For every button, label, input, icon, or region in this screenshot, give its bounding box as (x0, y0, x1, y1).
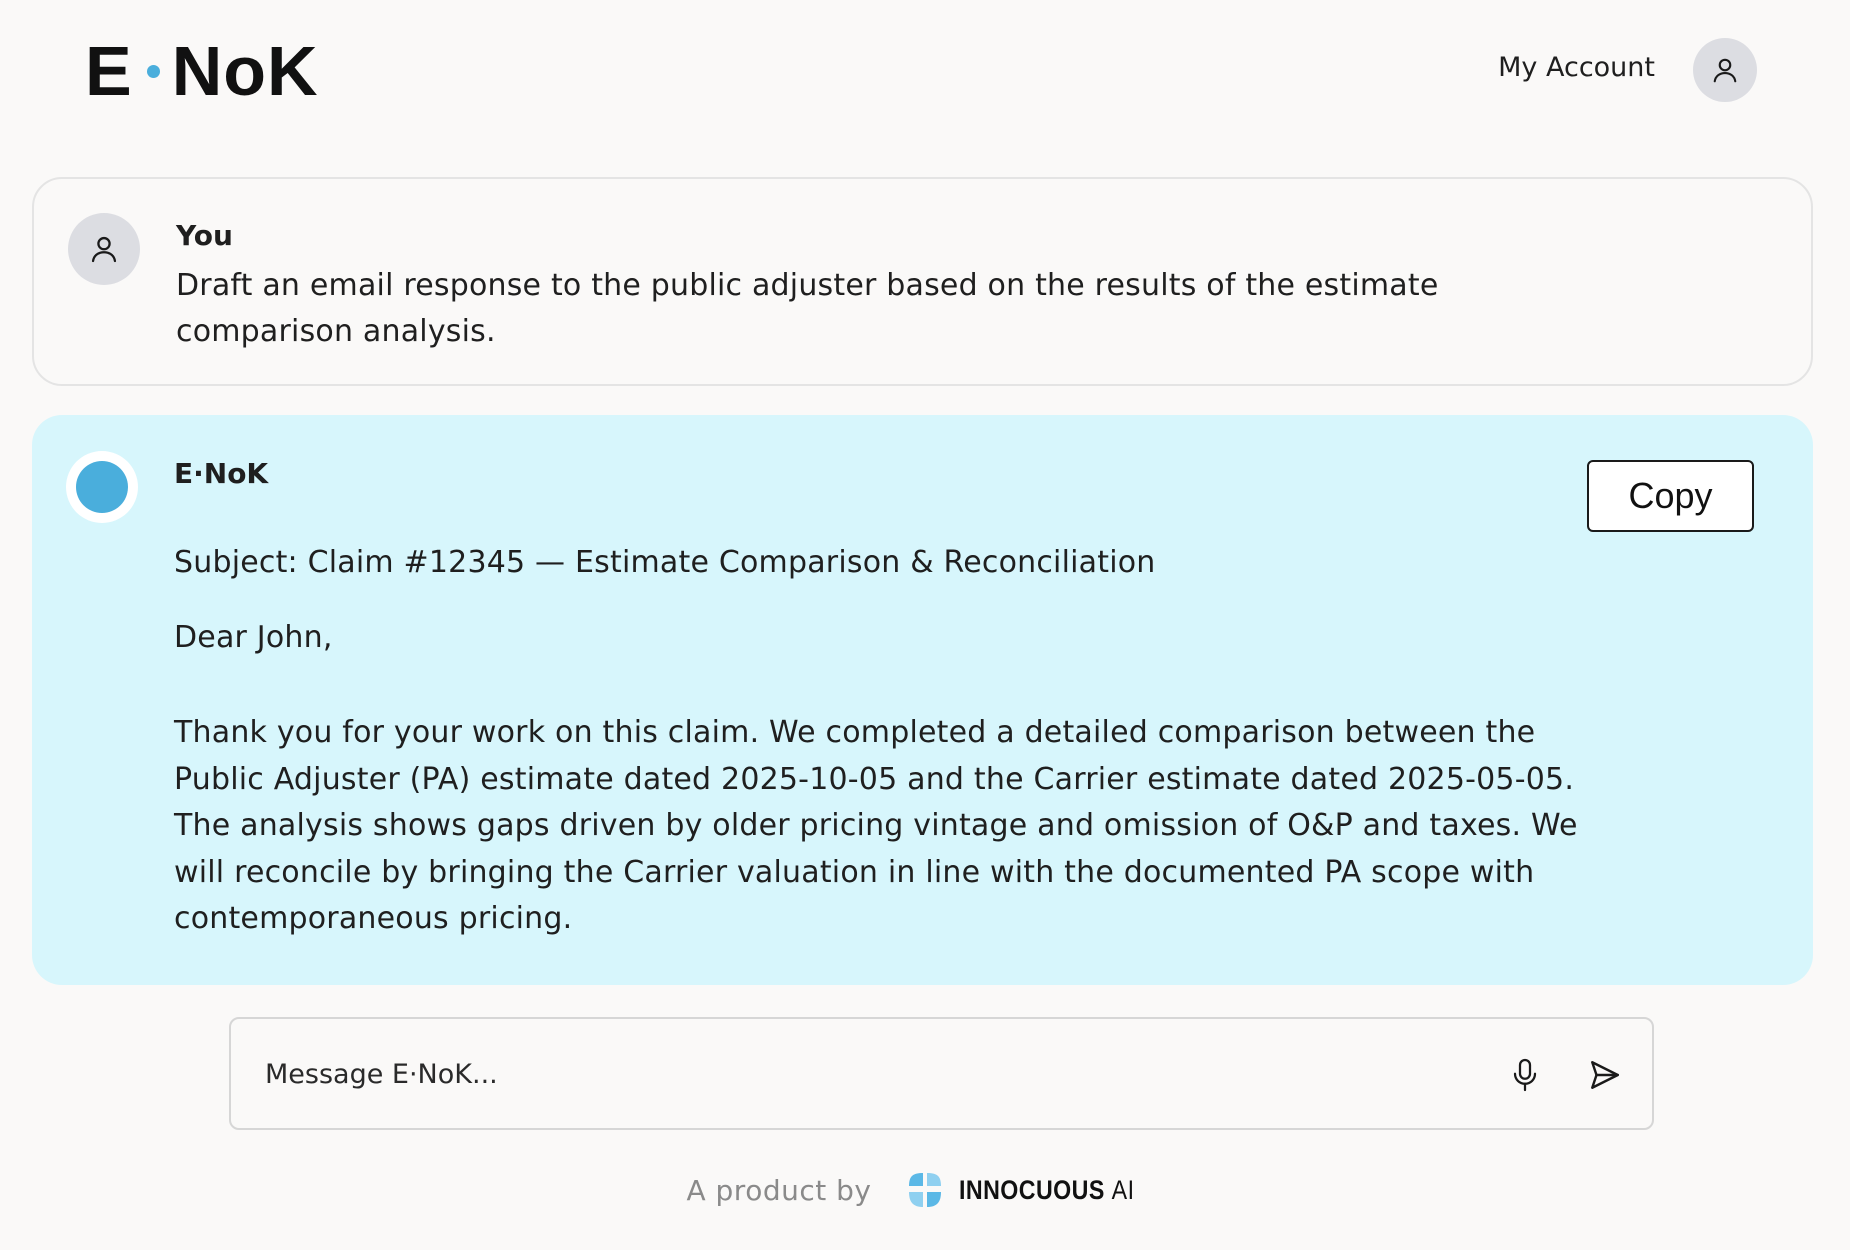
email-body: Thank you for your work on this claim. W… (174, 715, 1578, 936)
message-input[interactable] (265, 1049, 1465, 1099)
microphone-button[interactable] (1503, 1053, 1547, 1097)
assistant-avatar (66, 451, 138, 523)
user-icon (91, 236, 117, 263)
enok-logo[interactable]: E NoK (85, 34, 319, 108)
brand-name-text: INNOCUOUS (959, 1174, 1106, 1205)
user-avatar (68, 213, 140, 285)
user-sender-name: You (176, 219, 233, 252)
logo-letter-e: E (85, 32, 133, 110)
footer: A product by INNOCUOUS AI (0, 1165, 1850, 1215)
assistant-message-card: E·NoK Copy Subject: Claim #12345 — Estim… (32, 415, 1813, 985)
send-icon (1591, 1061, 1619, 1089)
innocuous-logo-icon (909, 1173, 942, 1207)
copy-button[interactable]: Copy (1587, 460, 1754, 532)
user-message-text: Draft an email response to the public ad… (176, 268, 1439, 349)
brand-suffix-text: AI (1112, 1174, 1135, 1205)
chat-page: E NoK My Account You Draft an email resp… (0, 0, 1850, 1250)
email-subject: Subject: Claim #12345 — Estimate Compari… (174, 545, 1156, 580)
account-avatar-button[interactable] (1693, 38, 1757, 102)
email-greeting: Dear John, (174, 620, 333, 655)
product-by-text: A product by (686, 1173, 872, 1207)
logo-dot (146, 64, 160, 78)
message-composer (229, 1017, 1654, 1130)
innocuous-brand-name[interactable]: INNOCUOUS AI (959, 1175, 1134, 1206)
user-message-card: You Draft an email response to the publi… (32, 177, 1813, 386)
my-account-link[interactable]: My Account (1498, 52, 1655, 83)
microphone-icon (1513, 1058, 1537, 1092)
top-header: E NoK My Account (0, 0, 1850, 140)
send-button[interactable] (1583, 1053, 1627, 1097)
assistant-sender-name: E·NoK (174, 457, 269, 490)
user-icon (1713, 58, 1737, 83)
logo-letters-nok: NoK (171, 32, 319, 110)
assistant-avatar-dot (76, 461, 128, 513)
